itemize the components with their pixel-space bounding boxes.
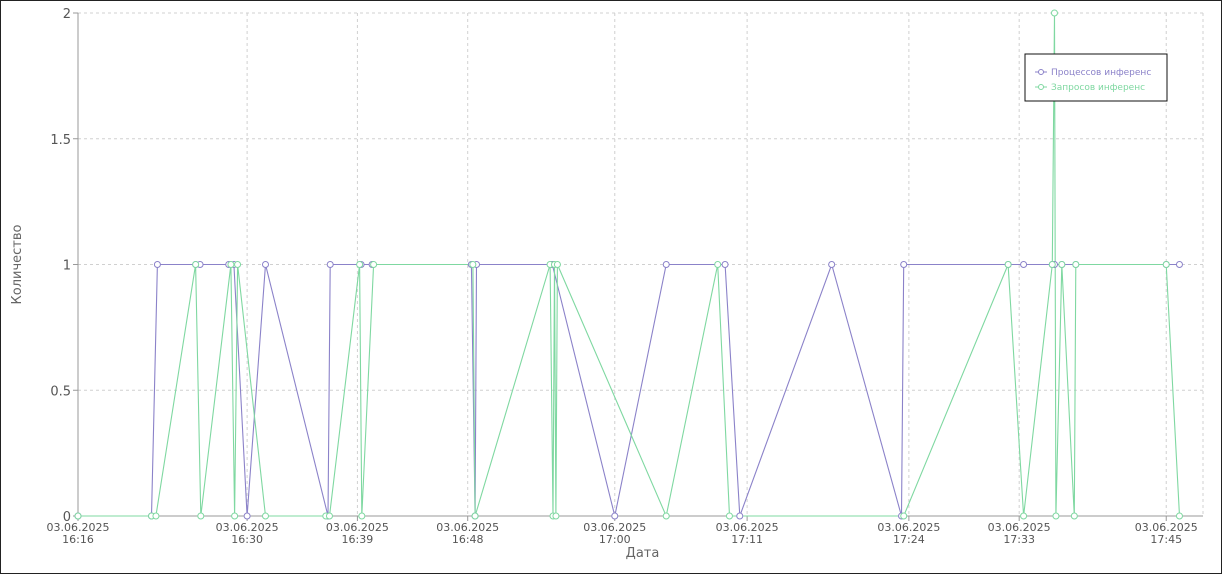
data-point[interactable] bbox=[326, 261, 334, 268]
y-tick-label: 1.5 bbox=[50, 133, 71, 148]
data-point[interactable] bbox=[714, 261, 722, 268]
data-point[interactable] bbox=[234, 261, 242, 268]
legend-label[interactable]: Запросов инференс bbox=[1051, 83, 1145, 93]
legend-swatch-marker bbox=[1038, 69, 1044, 75]
data-point[interactable] bbox=[153, 261, 161, 268]
data-point[interactable] bbox=[900, 261, 908, 268]
data-point[interactable] bbox=[1070, 512, 1078, 520]
chart-frame: 0 0.5 1 1.5 2 03.06.2025 16:16 03.06.2025 16:30… bbox=[0, 0, 1222, 574]
data-point[interactable] bbox=[358, 512, 366, 520]
data-point[interactable] bbox=[243, 512, 251, 520]
data-point[interactable] bbox=[74, 512, 82, 520]
data-point[interactable] bbox=[1004, 261, 1012, 268]
data-point[interactable] bbox=[227, 261, 235, 268]
data-point[interactable] bbox=[1052, 512, 1060, 520]
data-point[interactable] bbox=[725, 512, 733, 520]
data-point[interactable] bbox=[736, 512, 744, 520]
legend[interactable]: Процессов инференс Запросов инференс bbox=[1024, 53, 1168, 102]
x-tick-label-time: 16:16 bbox=[62, 533, 94, 546]
y-tick-label: 2 bbox=[63, 7, 71, 22]
data-point[interactable] bbox=[370, 261, 378, 268]
data-point[interactable] bbox=[1020, 261, 1028, 268]
x-tick-labels: 03.06.202516:1603.06.202516:3003.06.2025… bbox=[47, 521, 1198, 546]
data-point[interactable] bbox=[662, 261, 670, 268]
x-tick-label-time: 17:00 bbox=[599, 533, 631, 546]
y-tick-label: 1 bbox=[63, 259, 71, 274]
y-axis-title: Количество bbox=[10, 224, 25, 304]
data-point[interactable] bbox=[721, 261, 729, 268]
x-axis-title: Дата bbox=[626, 546, 660, 561]
data-point[interactable] bbox=[552, 512, 560, 520]
x-tick-label-time: 16:48 bbox=[452, 533, 484, 546]
data-point[interactable] bbox=[828, 261, 836, 268]
data-point[interactable] bbox=[900, 512, 908, 520]
data-point[interactable] bbox=[1175, 261, 1183, 268]
data-point[interactable] bbox=[1162, 261, 1170, 268]
data-point[interactable] bbox=[231, 512, 239, 520]
data-point[interactable] bbox=[1050, 9, 1058, 17]
y-tick-labels: 00.511.52 bbox=[50, 7, 71, 525]
data-point[interactable] bbox=[1020, 512, 1028, 520]
data-point[interactable] bbox=[553, 261, 561, 268]
x-tick-label-time: 17:24 bbox=[893, 533, 925, 546]
data-point[interactable] bbox=[197, 512, 205, 520]
data-point[interactable] bbox=[1058, 261, 1066, 268]
data-point[interactable] bbox=[262, 261, 269, 268]
y-tick-label: 0.5 bbox=[50, 384, 71, 399]
data-point[interactable] bbox=[611, 512, 619, 520]
data-point[interactable] bbox=[192, 261, 200, 268]
x-tick-label-time: 16:30 bbox=[231, 533, 263, 546]
x-tick-label-time: 17:33 bbox=[1003, 533, 1035, 546]
data-point[interactable] bbox=[662, 512, 670, 520]
data-point[interactable] bbox=[1175, 512, 1183, 520]
data-point[interactable] bbox=[471, 512, 479, 520]
data-point[interactable] bbox=[152, 512, 160, 520]
x-tick-label-time: 16:39 bbox=[342, 533, 374, 546]
data-point[interactable] bbox=[1072, 261, 1080, 268]
data-point[interactable] bbox=[325, 512, 333, 520]
data-point[interactable] bbox=[469, 261, 477, 268]
x-tick-label-time: 17:45 bbox=[1150, 533, 1182, 546]
data-point[interactable] bbox=[356, 261, 364, 268]
data-point[interactable] bbox=[1048, 261, 1056, 268]
legend-label[interactable]: Процессов инференс bbox=[1051, 68, 1151, 78]
line-chart: 00.511.52 03.06.202516:1603.06.202516:30… bbox=[10, 7, 1204, 561]
data-point[interactable] bbox=[262, 512, 269, 520]
legend-swatch-marker bbox=[1038, 84, 1044, 90]
x-tick-label-time: 17:11 bbox=[731, 533, 763, 546]
